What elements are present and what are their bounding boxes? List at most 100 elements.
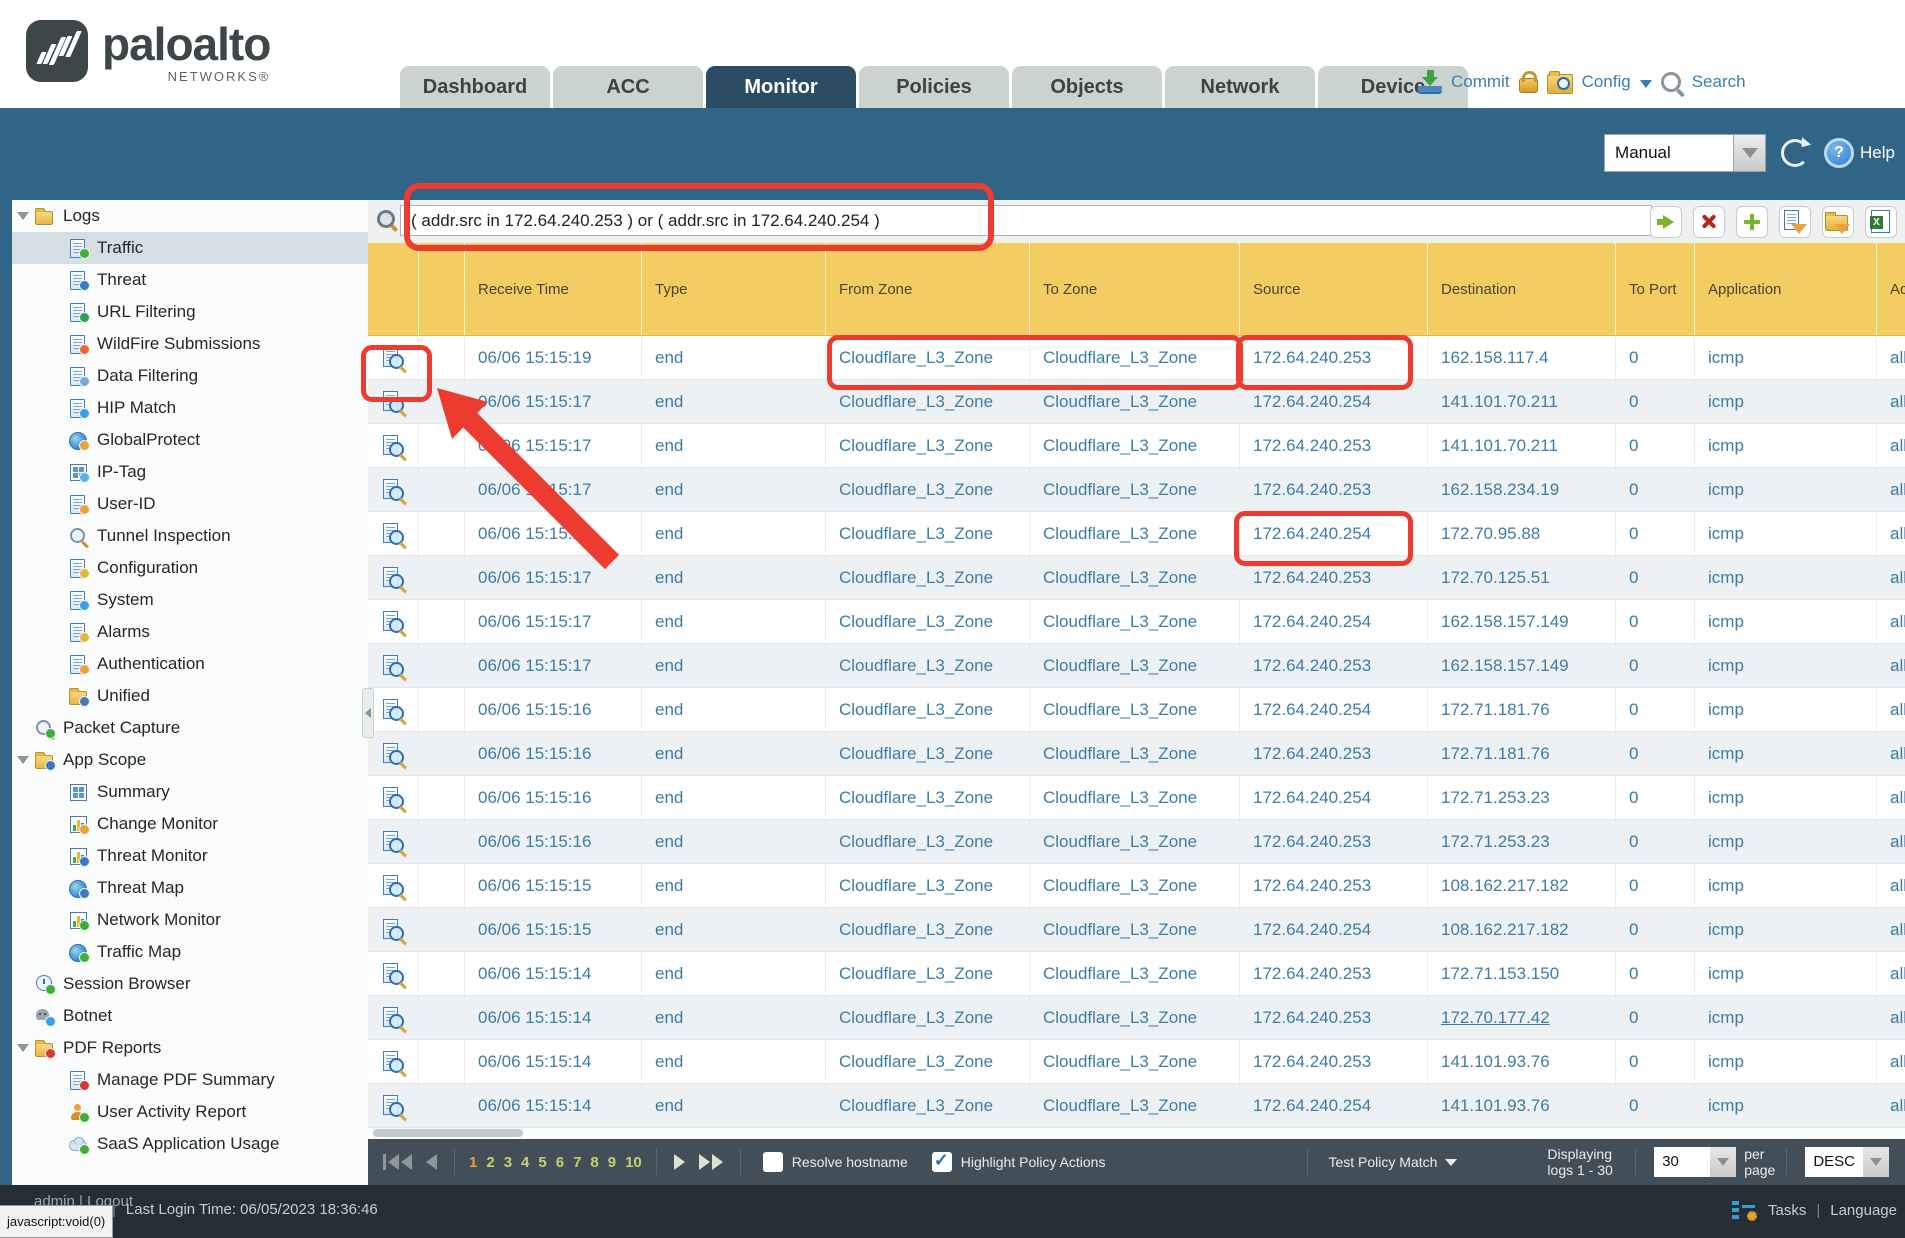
cell-receive_time[interactable]: 06/06 15:15:17 <box>465 600 642 643</box>
cell-to_port[interactable]: 0 <box>1616 556 1695 599</box>
sidebar-item-threat-monitor[interactable]: Threat Monitor <box>12 840 368 872</box>
cell-application[interactable]: icmp <box>1695 688 1877 731</box>
cell-destination[interactable]: 172.71.153.150 <box>1428 952 1616 995</box>
sidebar-item-saas-application-usage[interactable]: SaaS Application Usage <box>12 1128 368 1160</box>
cell-action[interactable]: allow <box>1877 644 1905 687</box>
last-page-button[interactable] <box>699 1154 723 1170</box>
cell-destination[interactable]: 108.162.217.182 <box>1428 864 1616 907</box>
clear-filter-icon[interactable] <box>1693 206 1725 238</box>
cell-to_port[interactable]: 0 <box>1616 336 1695 379</box>
cell-receive_time[interactable]: 06/06 15:15:17 <box>465 512 642 555</box>
sidebar-item-wildfire-submissions[interactable]: WildFire Submissions <box>12 328 368 360</box>
search-button[interactable]: Search <box>1692 72 1746 92</box>
cell-action[interactable]: allow <box>1877 908 1905 951</box>
cell-action[interactable]: allow <box>1877 820 1905 863</box>
cell-source[interactable]: 172.64.240.253 <box>1240 864 1428 907</box>
cell-from_zone[interactable]: Cloudflare_L3_Zone <box>826 380 1030 423</box>
page-number-7[interactable]: 7 <box>573 1154 581 1171</box>
cell-to_port[interactable]: 0 <box>1616 908 1695 951</box>
column-header-to_port[interactable]: To Port <box>1616 243 1695 335</box>
cell-receive_time[interactable]: 06/06 15:15:14 <box>465 1040 642 1083</box>
log-detail-icon[interactable] <box>381 478 405 502</box>
page-number-10[interactable]: 10 <box>625 1154 642 1171</box>
page-number-1[interactable]: 1 <box>469 1154 477 1171</box>
cell-from_zone[interactable]: Cloudflare_L3_Zone <box>826 688 1030 731</box>
log-detail-icon[interactable] <box>381 742 405 766</box>
cell-to_zone[interactable]: Cloudflare_L3_Zone <box>1030 600 1240 643</box>
cell-receive_time[interactable]: 06/06 15:15:19 <box>465 336 642 379</box>
column-header-action[interactable]: Action <box>1877 243 1905 335</box>
cell-source[interactable]: 172.64.240.253 <box>1240 820 1428 863</box>
sidebar-item-threat-map[interactable]: Threat Map <box>12 872 368 904</box>
column-header-destination[interactable]: Destination <box>1428 243 1616 335</box>
sidebar-item-configuration[interactable]: Configuration <box>12 552 368 584</box>
log-detail-icon[interactable] <box>381 434 405 458</box>
sidebar-item-globalprotect[interactable]: GlobalProtect <box>12 424 368 456</box>
cell-source[interactable]: 172.64.240.254 <box>1240 688 1428 731</box>
page-number-6[interactable]: 6 <box>556 1154 564 1171</box>
tab-policies[interactable]: Policies <box>859 66 1009 108</box>
cell-receive_time[interactable]: 06/06 15:15:16 <box>465 732 642 775</box>
sidebar-collapse-handle[interactable] <box>362 688 374 738</box>
log-detail-icon[interactable] <box>381 962 405 986</box>
cell-application[interactable]: icmp <box>1695 424 1877 467</box>
tree-expander-icon[interactable] <box>12 756 34 764</box>
tree-expander-icon[interactable] <box>12 212 34 220</box>
column-header-application[interactable]: Application <box>1695 243 1877 335</box>
cell-type[interactable]: end <box>642 424 826 467</box>
cell-action[interactable]: allow <box>1877 336 1905 379</box>
log-detail-icon[interactable] <box>381 566 405 590</box>
cell-action[interactable]: allow <box>1877 996 1905 1039</box>
cell-application[interactable]: icmp <box>1695 776 1877 819</box>
cell-type[interactable]: end <box>642 556 826 599</box>
cell-from_zone[interactable]: Cloudflare_L3_Zone <box>826 776 1030 819</box>
cell-application[interactable]: icmp <box>1695 644 1877 687</box>
cell-application[interactable]: icmp <box>1695 820 1877 863</box>
cell-source[interactable]: 172.64.240.253 <box>1240 468 1428 511</box>
cell-action[interactable]: allow <box>1877 468 1905 511</box>
sidebar-item-traffic-map[interactable]: Traffic Map <box>12 936 368 968</box>
sidebar-item-tunnel-inspection[interactable]: Tunnel Inspection <box>12 520 368 552</box>
cell-receive_time[interactable]: 06/06 15:15:17 <box>465 424 642 467</box>
sort-order-select[interactable]: DESC <box>1805 1147 1889 1177</box>
cell-from_zone[interactable]: Cloudflare_L3_Zone <box>826 732 1030 775</box>
cell-type[interactable]: end <box>642 864 826 907</box>
cell-from_zone[interactable]: Cloudflare_L3_Zone <box>826 1040 1030 1083</box>
column-header-type[interactable]: Type <box>642 243 826 335</box>
horizontal-scrollbar[interactable] <box>368 1128 1905 1139</box>
cell-type[interactable]: end <box>642 468 826 511</box>
cell-receive_time[interactable]: 06/06 15:15:17 <box>465 556 642 599</box>
cell-from_zone[interactable]: Cloudflare_L3_Zone <box>826 512 1030 555</box>
cell-to_zone[interactable]: Cloudflare_L3_Zone <box>1030 952 1240 995</box>
column-header-to_zone[interactable]: To Zone <box>1030 243 1240 335</box>
tasks-button[interactable]: Tasks <box>1768 1202 1806 1219</box>
cell-from_zone[interactable]: Cloudflare_L3_Zone <box>826 996 1030 1039</box>
cell-source[interactable]: 172.64.240.254 <box>1240 776 1428 819</box>
cell-to_port[interactable]: 0 <box>1616 468 1695 511</box>
sidebar-item-url-filtering[interactable]: URL Filtering <box>12 296 368 328</box>
cell-source[interactable]: 172.64.240.253 <box>1240 952 1428 995</box>
cell-application[interactable]: icmp <box>1695 864 1877 907</box>
sidebar-item-summary[interactable]: Summary <box>12 776 368 808</box>
cell-to_zone[interactable]: Cloudflare_L3_Zone <box>1030 468 1240 511</box>
filter-query-input[interactable] <box>400 205 1652 236</box>
cell-action[interactable]: allow <box>1877 512 1905 555</box>
tab-dashboard[interactable]: Dashboard <box>400 66 550 108</box>
previous-page-button[interactable] <box>426 1154 437 1170</box>
sidebar-item-data-filtering[interactable]: Data Filtering <box>12 360 368 392</box>
sidebar-item-system[interactable]: System <box>12 584 368 616</box>
cell-receive_time[interactable]: 06/06 15:15:16 <box>465 820 642 863</box>
log-detail-icon[interactable] <box>381 1050 405 1074</box>
cell-from_zone[interactable]: Cloudflare_L3_Zone <box>826 952 1030 995</box>
sidebar-item-app-scope[interactable]: App Scope <box>12 744 368 776</box>
column-header-from_zone[interactable]: From Zone <box>826 243 1030 335</box>
sidebar-item-pdf-reports[interactable]: PDF Reports <box>12 1032 368 1064</box>
cell-to_port[interactable]: 0 <box>1616 512 1695 555</box>
sidebar-item-unified[interactable]: Unified <box>12 680 368 712</box>
log-detail-icon[interactable] <box>381 390 405 414</box>
apply-filter-icon[interactable] <box>1650 206 1682 238</box>
cell-destination[interactable]: 141.101.70.211 <box>1428 380 1616 423</box>
cell-source[interactable]: 172.64.240.254 <box>1240 1084 1428 1127</box>
page-number-8[interactable]: 8 <box>590 1154 598 1171</box>
cell-to_port[interactable]: 0 <box>1616 864 1695 907</box>
